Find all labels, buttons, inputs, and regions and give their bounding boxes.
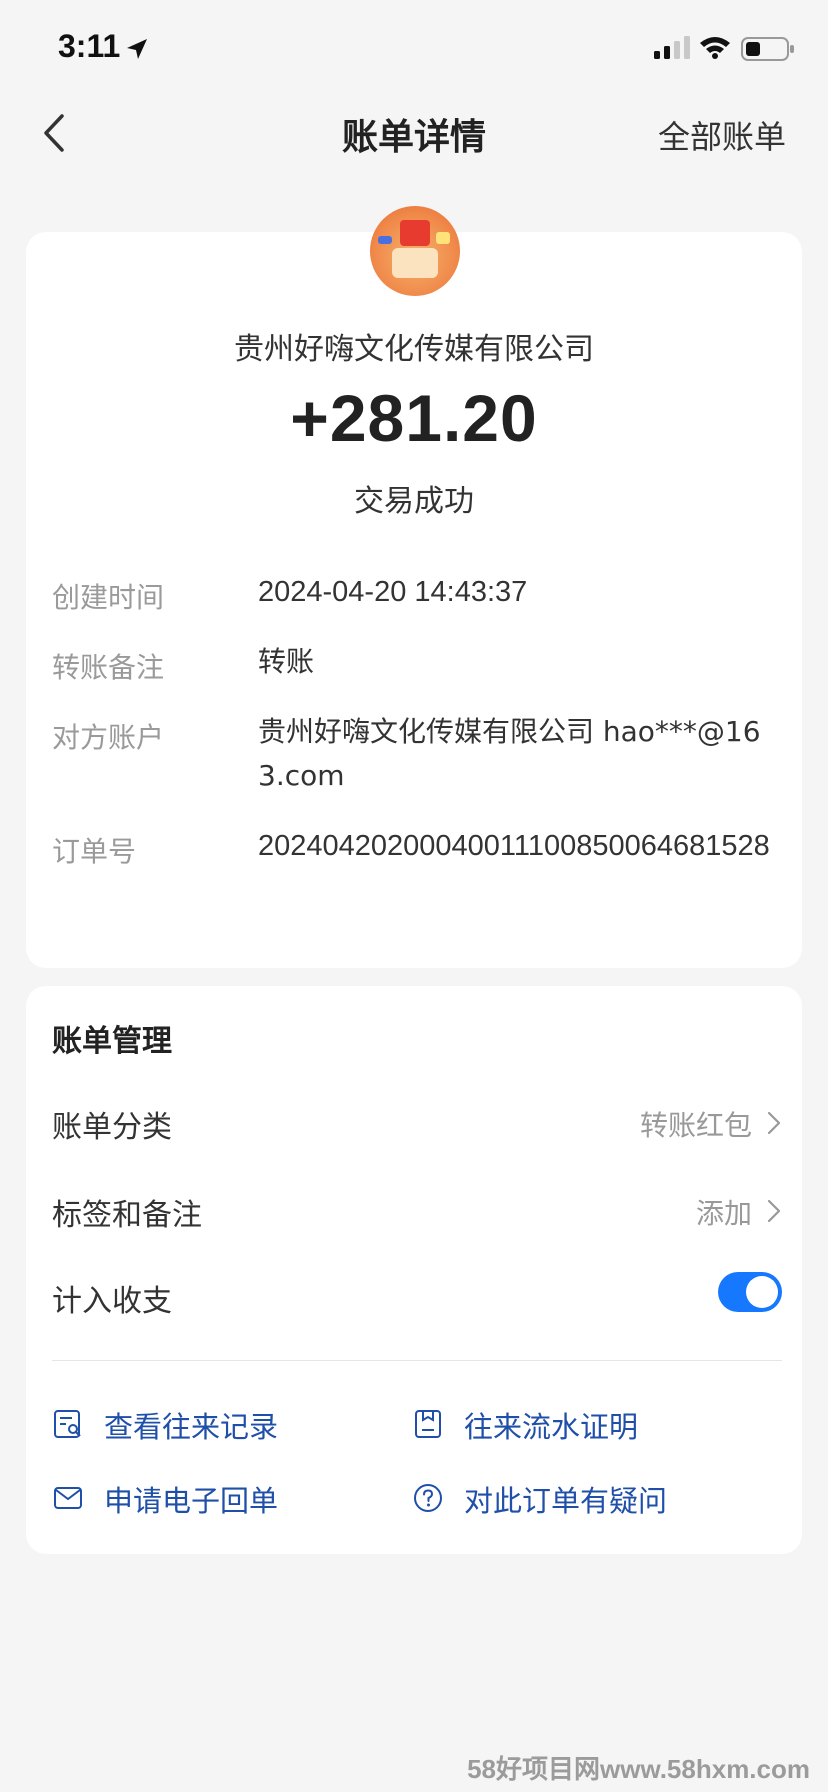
envelope-icon — [54, 1487, 82, 1509]
merchant-name: 贵州好嗨文化传媒有限公司 — [234, 332, 594, 367]
status-bar: 3:11 — [0, 0, 828, 100]
action-label: 申请电子回单 — [104, 1484, 279, 1518]
detail-label: 转账备注 — [52, 651, 165, 684]
row-label: 标签和备注 — [52, 1198, 202, 1233]
detail-value: 20240420200040011100850064681528 — [258, 830, 770, 862]
cellular-signal-icon — [654, 36, 690, 59]
include-in-income-row: 计入收支 — [52, 1266, 782, 1326]
transaction-amount: +281.20 — [290, 381, 538, 455]
transaction-status: 交易成功 — [354, 484, 474, 519]
watermark-text: 58好项目网www.58hxm.com — [467, 1754, 810, 1784]
bill-management-card: 账单管理 账单分类 转账红包 标签和备注 添加 计入收支 查看往来记录 往来流水… — [26, 986, 802, 1554]
row-value: 添加 — [695, 1197, 752, 1230]
detail-label: 创建时间 — [52, 581, 165, 614]
action-label: 对此订单有疑问 — [464, 1484, 668, 1518]
row-label: 计入收支 — [52, 1284, 172, 1319]
all-bills-link[interactable]: 全部账单 — [658, 112, 786, 158]
bill-category-row[interactable]: 账单分类 转账红包 — [52, 1092, 782, 1152]
detail-value: 2024-04-20 14:43:37 — [258, 576, 528, 608]
detail-label: 对方账户 — [52, 721, 165, 754]
question-circle-icon — [414, 1484, 442, 1512]
include-toggle[interactable] — [718, 1272, 782, 1312]
row-label: 账单分类 — [52, 1110, 172, 1145]
records-search-icon — [54, 1410, 81, 1438]
transaction-card: 贵州好嗨文化传媒有限公司 +281.20 交易成功 创建时间 2024-04-2… — [26, 206, 802, 968]
tags-notes-row[interactable]: 标签和备注 添加 — [52, 1180, 782, 1240]
toggle-knob — [746, 1276, 778, 1308]
section-title: 账单管理 — [52, 1024, 172, 1059]
detail-label: 订单号 — [52, 835, 137, 868]
chevron-right-icon — [767, 1199, 781, 1223]
merchant-avatar — [370, 206, 460, 296]
action-label: 往来流水证明 — [464, 1410, 639, 1444]
status-time: 3:11 — [58, 28, 121, 64]
nav-bar: 账单详情 全部账单 — [0, 100, 828, 166]
action-label: 查看往来记录 — [104, 1410, 279, 1444]
wifi-icon — [700, 37, 730, 59]
statement-proof-icon — [415, 1410, 441, 1438]
row-value: 转账红包 — [639, 1109, 752, 1142]
detail-value: 转账 — [258, 645, 315, 678]
battery-icon — [741, 37, 794, 61]
divider — [52, 1360, 782, 1361]
location-arrow-icon — [127, 39, 147, 59]
detail-value: 贵州好嗨文化传媒有限公司 hao***@163.com — [258, 715, 761, 792]
chevron-right-icon — [767, 1111, 781, 1135]
